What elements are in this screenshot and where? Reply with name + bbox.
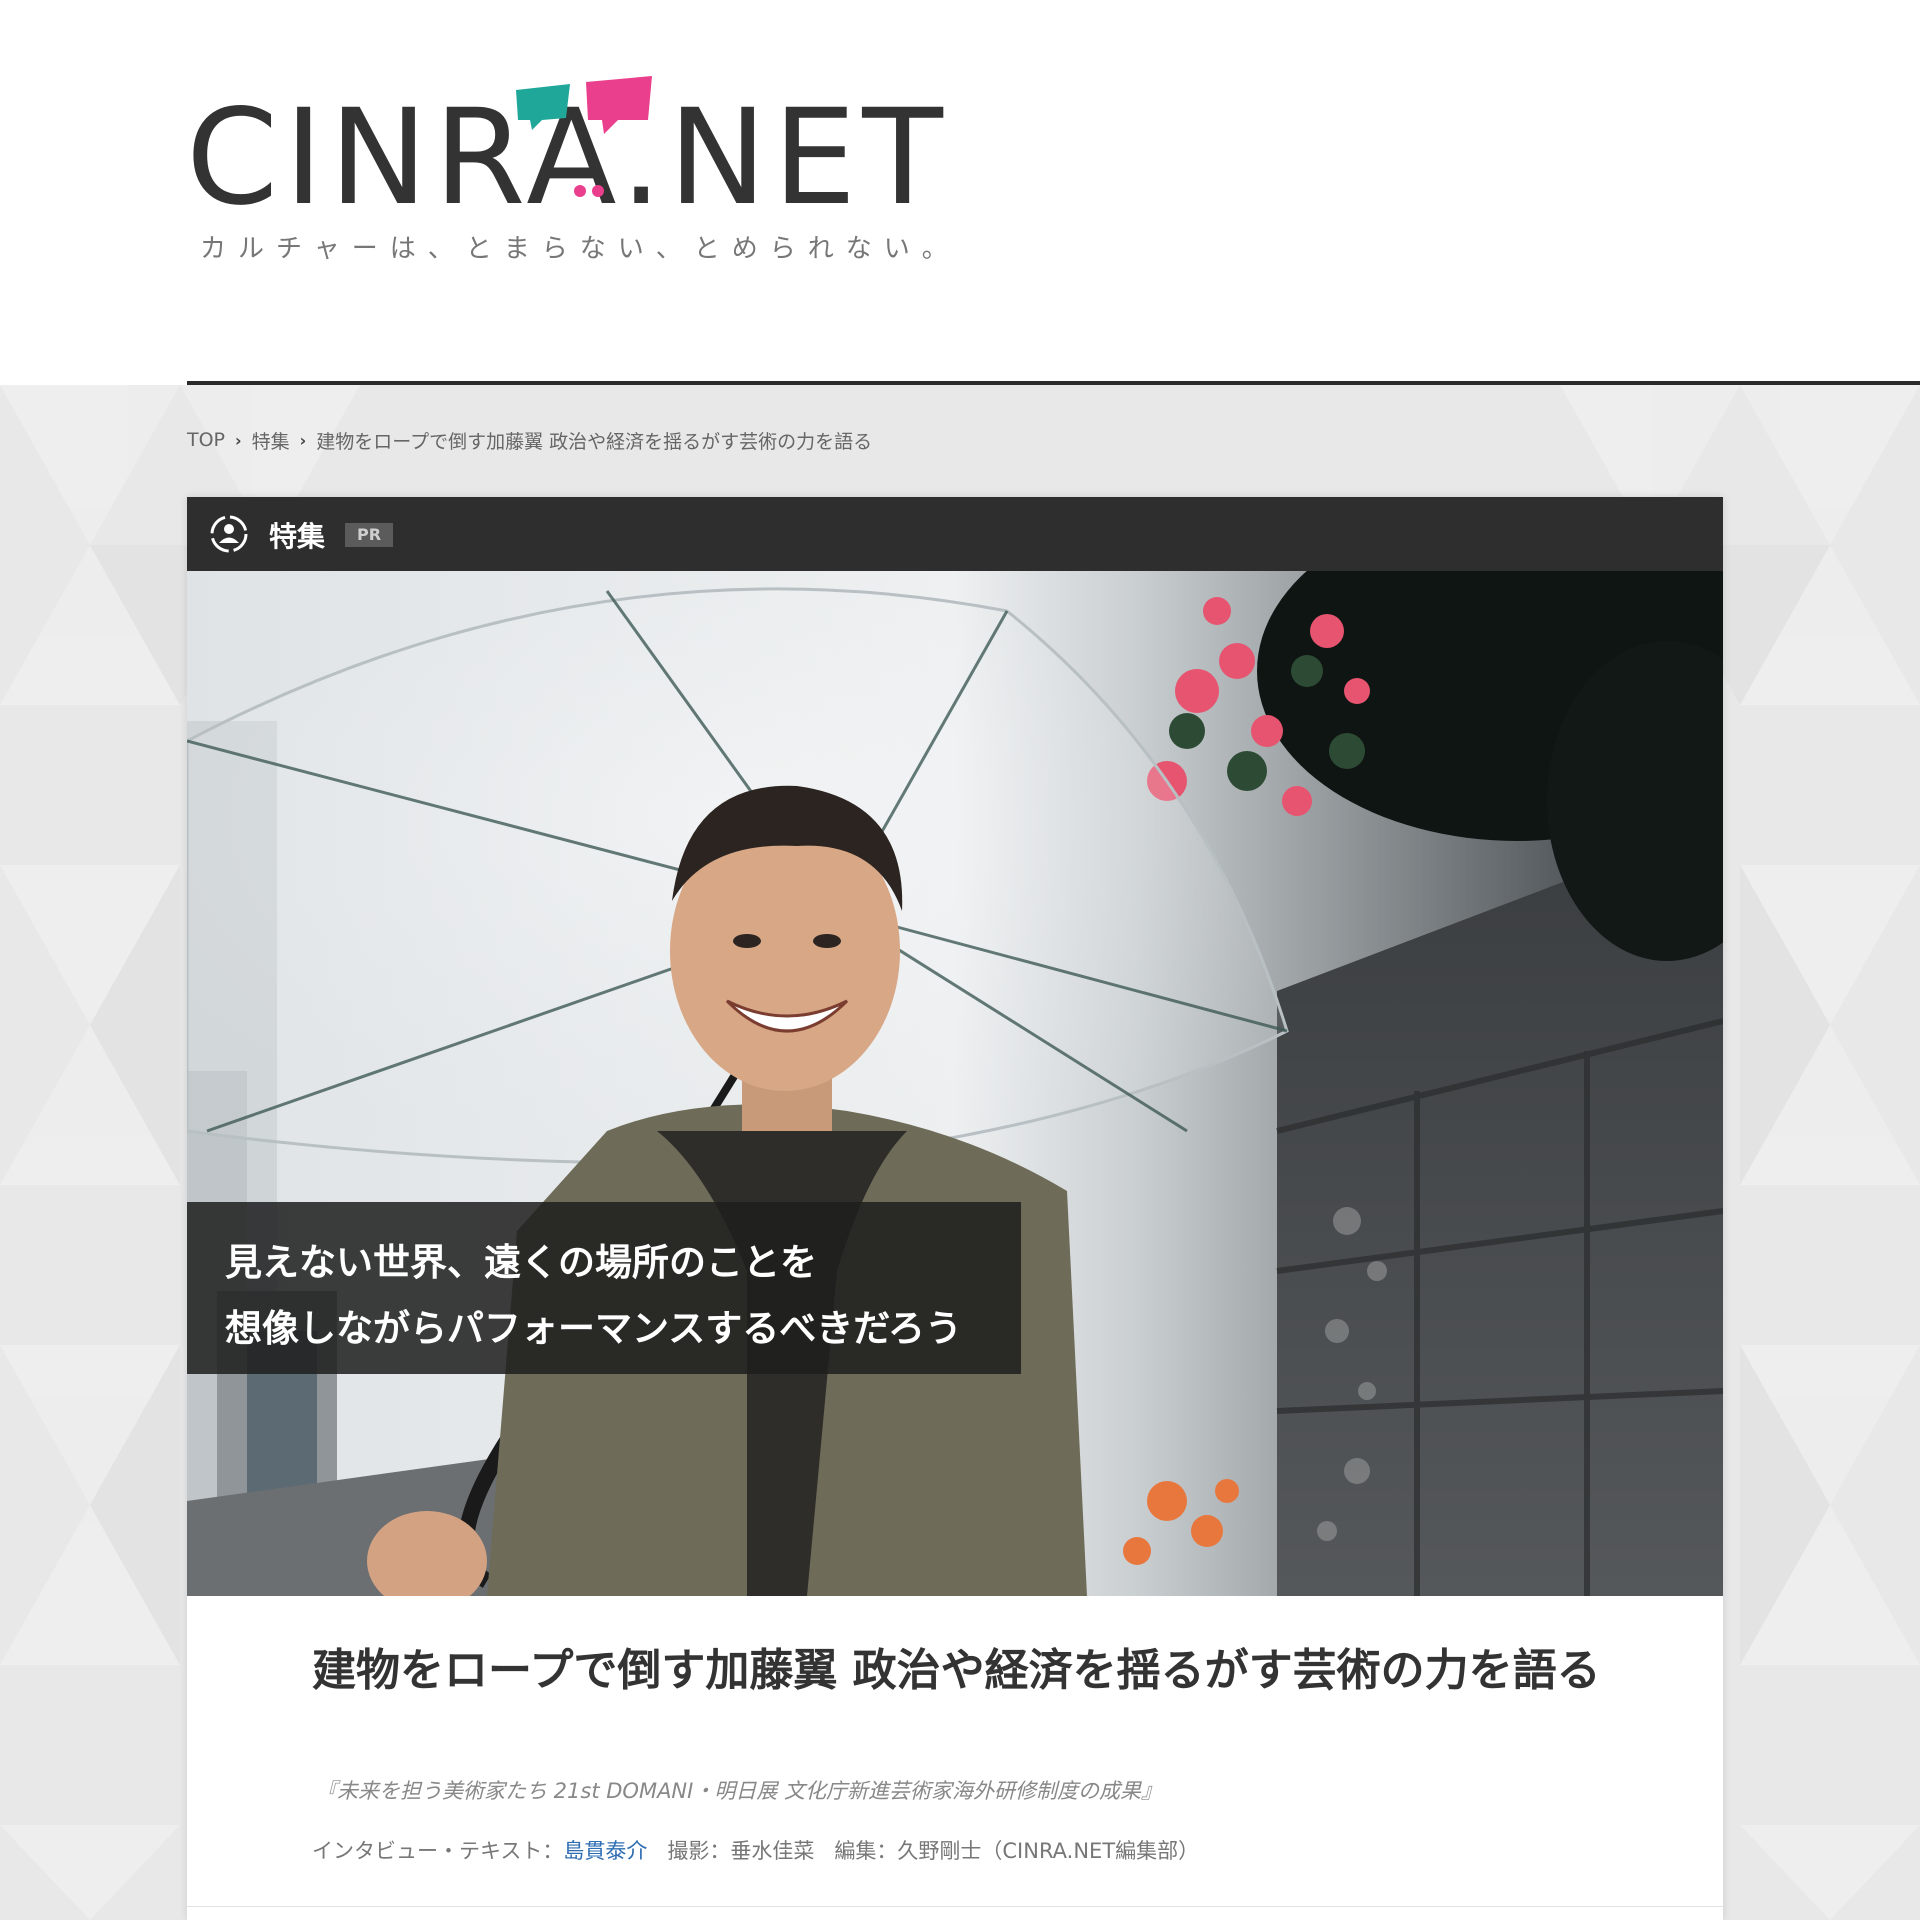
chevron-right-icon: › xyxy=(235,430,242,450)
site-tagline: カルチャーは、とまらない、とめられない。 xyxy=(200,234,960,264)
logo-teal-bubble-icon xyxy=(516,84,570,130)
logo-dots-icon xyxy=(574,185,604,197)
pull-quote-box: 見えない世界、遠くの場所のことを 想像しながらパフォーマンスするべきだろう xyxy=(187,1202,1021,1374)
credit-photo-label: 撮影： xyxy=(667,1839,731,1863)
breadcrumb: TOP › 特集 › 建物をロープで倒す加藤翼 政治や経済を揺るがす芸術の力を語… xyxy=(187,427,873,454)
person-circle-icon xyxy=(210,515,248,553)
breadcrumb-item-current: 建物をロープで倒す加藤翼 政治や経済を揺るがす芸術の力を語る xyxy=(316,430,873,453)
credit-interview-label: インタビュー・テキスト： xyxy=(312,1839,564,1863)
article-credits: インタビュー・テキスト： 島貫泰介 撮影： 垂水佳菜 編集： 久野剛士（CINR… xyxy=(312,1835,1199,1865)
hero-photo[interactable] xyxy=(187,571,1723,1596)
credit-edit-name: 久野剛士（CINRA.NET編集部） xyxy=(897,1839,1200,1863)
breadcrumb-item-feature[interactable]: 特集 xyxy=(252,427,290,454)
section-label: 特集 xyxy=(269,520,326,553)
site-header: CINRA.NET カルチャーは、とまらない、とめられない。 xyxy=(0,0,1920,385)
card-header-bar: 特集 PR xyxy=(187,497,1723,571)
credit-interview-link[interactable]: 島貫泰介 xyxy=(563,1835,647,1865)
credit-edit-label: 編集： xyxy=(834,1839,898,1863)
logo-pink-bubble-icon xyxy=(586,76,652,134)
credit-photo-name: 垂水佳菜 xyxy=(730,1839,815,1863)
article-subtitle: 『未来を担う美術家たち 21st DOMANI・明日展 文化庁新進芸術家海外研修… xyxy=(316,1779,1163,1803)
hero-photo-illustration xyxy=(187,571,1723,1596)
chevron-right-icon: › xyxy=(299,430,307,450)
pull-quote-line-1: 見えない世界、遠くの場所のことを xyxy=(225,1241,817,1284)
card-divider xyxy=(187,1906,1723,1907)
pr-badge: PR xyxy=(345,523,393,547)
breadcrumb-item-top[interactable]: TOP xyxy=(187,429,225,451)
pull-quote-line-2: 想像しながらパフォーマンスするべきだろう xyxy=(225,1307,963,1350)
article-title: 建物をロープで倒す加藤翼 政治や経済を揺るがす芸術の力を語る xyxy=(312,1645,1601,1696)
